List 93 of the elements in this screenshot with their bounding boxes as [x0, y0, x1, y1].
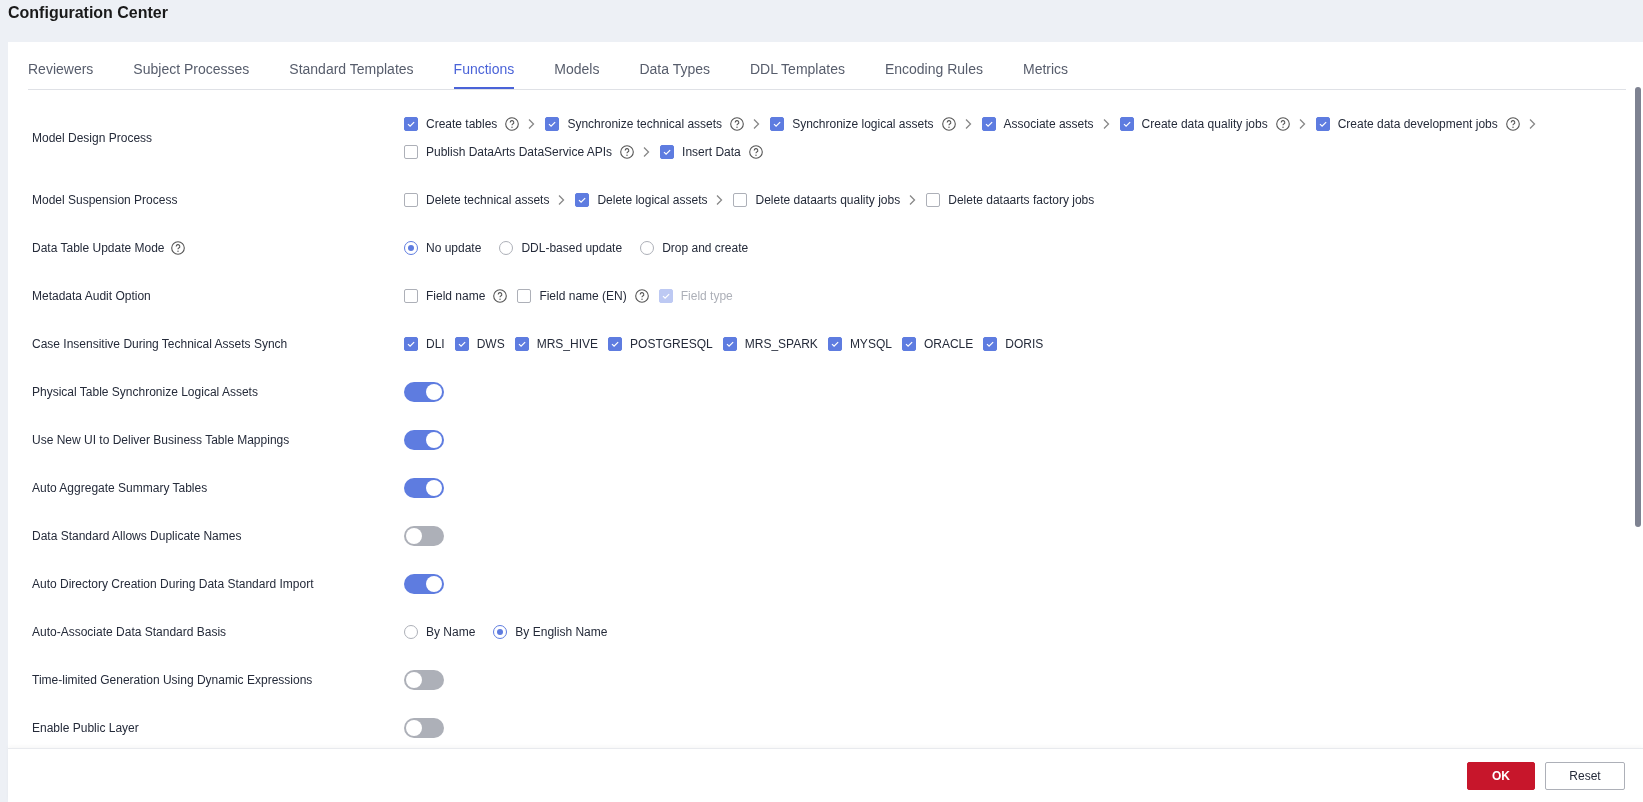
- toggle-switch[interactable]: [404, 526, 444, 546]
- setting-label: Physical Table Synchronize Logical Assets: [32, 385, 258, 399]
- help-icon[interactable]: [1505, 117, 1520, 131]
- checkbox[interactable]: [517, 289, 532, 303]
- option-label: DLI: [426, 337, 445, 351]
- option-label: Create data quality jobs: [1141, 117, 1268, 131]
- option-label: Drop and create: [662, 241, 749, 255]
- help-icon[interactable]: [493, 289, 508, 303]
- help-icon[interactable]: [941, 117, 956, 131]
- ok-button[interactable]: OK: [1467, 761, 1535, 790]
- help-icon[interactable]: [1275, 117, 1290, 131]
- setting-label: Time-limited Generation Using Dynamic Expressions: [32, 673, 313, 687]
- option-label: Create data development jobs: [1337, 117, 1498, 131]
- toggle-switch[interactable]: [404, 718, 444, 738]
- tab[interactable]: Subject Processes: [133, 61, 250, 89]
- option-label: Synchronize logical assets: [792, 117, 934, 131]
- checkbox[interactable]: [1315, 117, 1330, 131]
- checkbox[interactable]: [514, 337, 529, 351]
- setting-label: Metadata Audit Option: [32, 289, 151, 303]
- checkbox[interactable]: [454, 337, 469, 351]
- checkbox[interactable]: [733, 193, 748, 207]
- help-icon[interactable]: [730, 117, 745, 131]
- option-label: Associate assets: [1003, 117, 1094, 131]
- help-icon[interactable]: [620, 145, 635, 159]
- toggle-switch[interactable]: [404, 382, 444, 402]
- setting-label: Model Design Process: [32, 131, 153, 145]
- option-label: Delete logical assets: [597, 193, 708, 207]
- checkbox[interactable]: [404, 145, 418, 159]
- checkbox[interactable]: [722, 337, 737, 351]
- setting-label: Data Table Update Mode: [32, 241, 165, 255]
- tab[interactable]: Metrics: [1023, 61, 1069, 89]
- setting-label: Case Insensitive During Technical Assets Synch: [32, 337, 288, 351]
- checkbox[interactable]: [404, 193, 418, 207]
- option-label: Create tables: [426, 117, 498, 131]
- checkbox[interactable]: [545, 117, 560, 131]
- checkbox[interactable]: [404, 289, 418, 303]
- option-label: By Name: [426, 625, 476, 639]
- tab[interactable]: Standard Templates: [289, 61, 414, 89]
- option-label: POSTGRESQL: [630, 337, 713, 351]
- checkbox[interactable]: [827, 337, 842, 351]
- option-label: DDL-based update: [521, 241, 623, 255]
- scrollbar-thumb[interactable]: [1635, 87, 1641, 527]
- setting-label: Enable Public Layer: [32, 721, 139, 735]
- checkbox[interactable]: [983, 337, 998, 351]
- checkbox[interactable]: [770, 117, 785, 131]
- option-label: Field type: [680, 289, 733, 303]
- option-label: Publish DataArts DataService APIs: [426, 145, 613, 159]
- toggle-switch[interactable]: [404, 670, 444, 690]
- option-label: MRS_SPARK: [744, 337, 818, 351]
- toggle-switch[interactable]: [404, 430, 444, 450]
- toggle-switch[interactable]: [404, 574, 444, 594]
- option-label: ORACLE: [923, 337, 974, 351]
- option-label: No update: [426, 241, 482, 255]
- help-icon[interactable]: [748, 145, 763, 159]
- option-label: Insert Data: [682, 145, 741, 159]
- checkbox[interactable]: [575, 193, 590, 207]
- option-label: MYSQL: [849, 337, 892, 351]
- checkbox[interactable]: [404, 117, 418, 131]
- setting-label: Model Suspension Process: [32, 193, 178, 207]
- tab[interactable]: Models: [554, 61, 600, 89]
- setting-label: Use New UI to Deliver Business Table Mappings: [32, 433, 290, 447]
- option-label: Delete dataarts factory jobs: [948, 193, 1095, 207]
- checkbox[interactable]: [926, 193, 941, 207]
- checkbox[interactable]: [660, 145, 675, 159]
- tab[interactable]: DDL Templates: [750, 61, 845, 89]
- setting-label: Data Standard Allows Duplicate Names: [32, 529, 242, 543]
- setting-label: Auto-Associate Data Standard Basis: [32, 625, 227, 639]
- help-icon[interactable]: [170, 241, 185, 255]
- checkbox[interactable]: [404, 337, 418, 351]
- help-icon[interactable]: [505, 117, 520, 131]
- option-label: Field name (EN): [539, 289, 627, 303]
- option-label: Delete technical assets: [426, 193, 550, 207]
- tab[interactable]: Data Types: [639, 61, 710, 89]
- setting-label: Auto Directory Creation During Data Standard Import: [32, 577, 314, 591]
- reset-button[interactable]: Reset: [1545, 761, 1625, 790]
- checkbox[interactable]: [901, 337, 916, 351]
- tab[interactable]: Reviewers: [28, 61, 94, 89]
- setting-label: Auto Aggregate Summary Tables: [32, 481, 208, 495]
- tab[interactable]: Functions: [453, 61, 515, 89]
- option-label: DORIS: [1005, 337, 1044, 351]
- checkbox[interactable]: [981, 117, 996, 131]
- checkbox[interactable]: [608, 337, 623, 351]
- option-label: By English Name: [515, 625, 608, 639]
- toggle-switch[interactable]: [404, 478, 444, 498]
- checkbox[interactable]: [1119, 117, 1134, 131]
- page-title: Configuration Center: [7, 3, 169, 23]
- option-label: Field name: [426, 289, 486, 303]
- option-label: MRS_HIVE: [536, 337, 599, 351]
- option-label: Synchronize technical assets: [567, 117, 723, 131]
- option-label: Delete dataarts quality jobs: [755, 193, 901, 207]
- tab[interactable]: Encoding Rules: [884, 61, 983, 89]
- option-label: DWS: [476, 337, 505, 351]
- help-icon[interactable]: [634, 289, 649, 303]
